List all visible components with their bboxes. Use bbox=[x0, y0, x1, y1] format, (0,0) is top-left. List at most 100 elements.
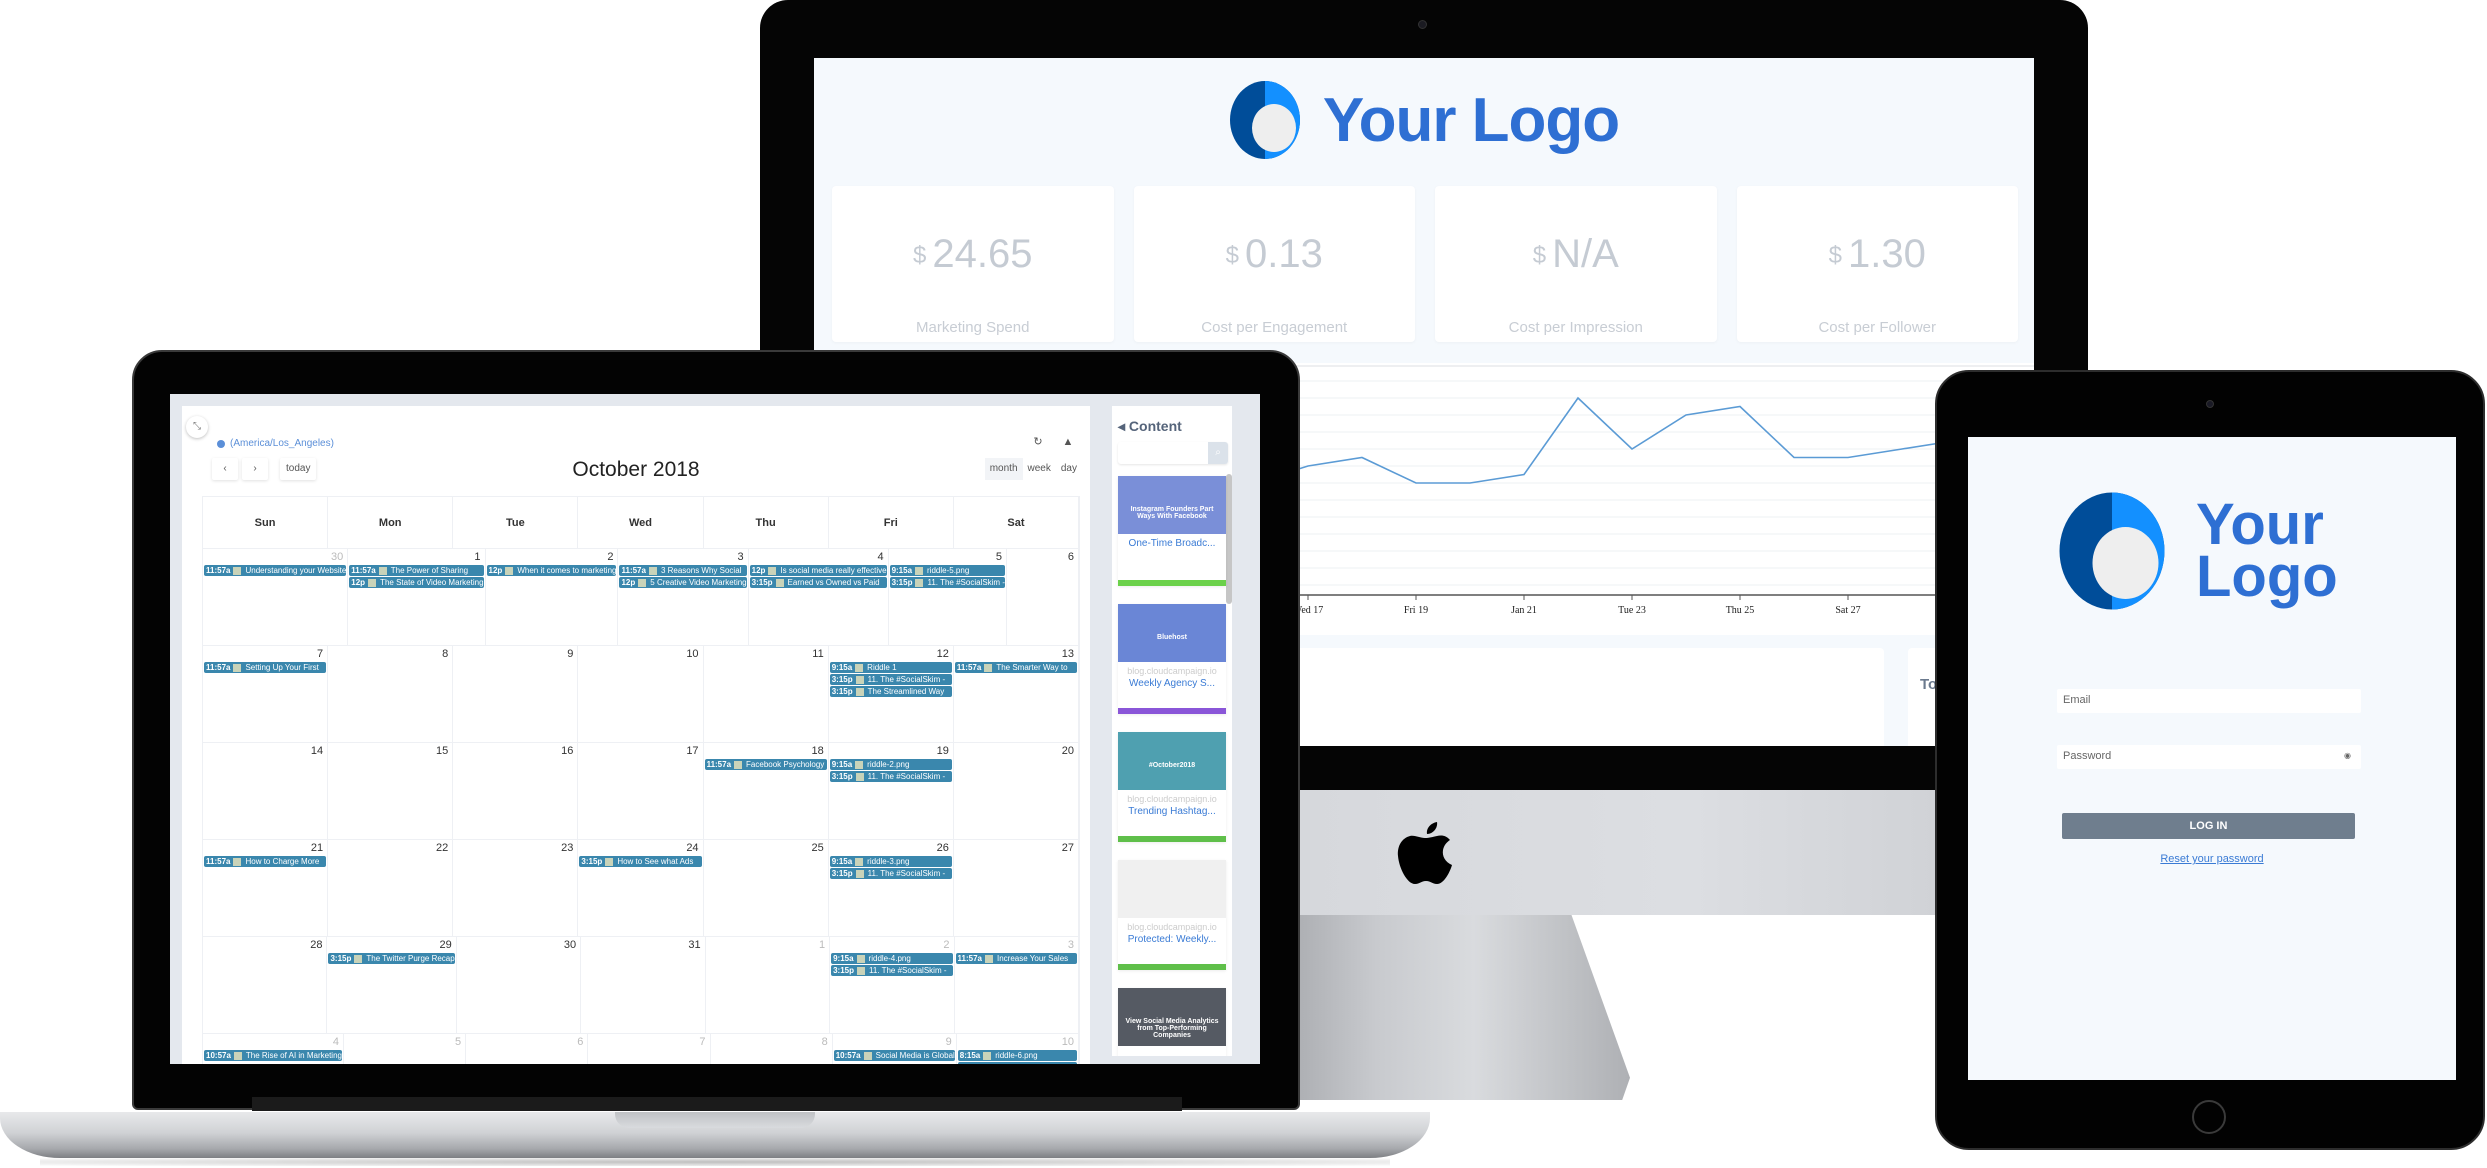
content-panel-title[interactable]: ◂ Content bbox=[1118, 418, 1182, 435]
calendar-day-cell[interactable]: 9 10:57a Social Media is Global bbox=[833, 1034, 957, 1064]
calendar-day-cell[interactable]: 25 bbox=[704, 840, 829, 936]
calendar-day-cell[interactable]: 20 bbox=[954, 743, 1079, 839]
calendar-day-cell[interactable]: 27 bbox=[954, 840, 1079, 936]
calendar-day-cell[interactable]: 21 11:57a How to Charge More bbox=[203, 840, 329, 936]
calendar-event[interactable]: 9:15a riddle-2.png bbox=[829, 759, 952, 770]
password-field[interactable]: Password ◉ bbox=[2057, 745, 2361, 769]
calendar-day-cell[interactable]: 7 11:57a Setting Up Your First bbox=[203, 646, 329, 742]
calendar-day-cell[interactable]: 1 bbox=[706, 937, 831, 1033]
calendar-event[interactable]: 3:15p The Streamlined Way bbox=[829, 686, 952, 697]
calendar-day-cell[interactable]: 26 9:15a riddle-3.png 3:15p 11. The #SocialS… bbox=[829, 840, 954, 936]
calendar-event[interactable]: 9:15a riddle-5.png bbox=[889, 565, 1005, 576]
refresh-icon[interactable]: ↻ bbox=[1028, 432, 1048, 452]
calendar-day-cell[interactable]: 1 11:57a The Power of Sharing 12p The State … bbox=[348, 549, 486, 645]
calendar-event[interactable]: 9:15a Riddle 1 bbox=[829, 662, 952, 673]
calendar-event[interactable]: 11:57a 3 Reasons Why Social bbox=[619, 565, 747, 576]
view-day-button[interactable]: day bbox=[1056, 458, 1082, 480]
view-month-button[interactable]: month bbox=[984, 458, 1023, 480]
calendar-event[interactable]: 12p When it comes to marketing bbox=[486, 565, 617, 576]
calendar-day-cell[interactable]: 30 bbox=[457, 937, 582, 1033]
calendar-day-cell[interactable]: 4 10:57a The Rise of AI in Marketing bbox=[203, 1034, 344, 1064]
calendar-day-cell[interactable]: 15 bbox=[328, 743, 454, 839]
calendar-day-cell[interactable]: 11 bbox=[704, 646, 829, 742]
calendar-day-cell[interactable]: 28 bbox=[203, 937, 328, 1033]
calendar-event[interactable]: 3:15p 11. The #SocialSkim - bbox=[889, 577, 1005, 588]
calendar-day-cell[interactable]: 5 9:15a riddle-5.png 3:15p 11. The #SocialSk… bbox=[889, 549, 1007, 645]
content-card[interactable]: blog.cloudcampaign.io Protected: Weekly..… bbox=[1118, 860, 1226, 970]
calendar-event[interactable]: 3:15p 11. The #SocialSkim - bbox=[831, 965, 953, 976]
calendar-day-cell[interactable]: 3 11:57a 3 Reasons Why Social 12p 5 Creative… bbox=[618, 549, 749, 645]
calendar-day-cell[interactable]: 18 11:57a Facebook Psychology bbox=[704, 743, 829, 839]
calendar-day-cell[interactable]: 13 11:57a The Smarter Way to bbox=[954, 646, 1079, 742]
reset-password-link[interactable]: Reset your password bbox=[1968, 853, 2456, 865]
calendar-day-cell[interactable]: 24 3:15p How to See what Ads bbox=[578, 840, 704, 936]
calendar-event[interactable]: 11:57a Facebook Psychology bbox=[704, 759, 827, 770]
calendar-day-cell[interactable]: 6 bbox=[466, 1034, 589, 1064]
calendar-event[interactable]: 3:15p 11. The #SocialSkim - bbox=[829, 868, 952, 879]
calendar-day-cell[interactable]: 17 bbox=[578, 743, 704, 839]
calendar-day-cell[interactable]: 30 11:57a Understanding your Website bbox=[203, 549, 349, 645]
calendar-day-cell[interactable]: 6 bbox=[1007, 549, 1079, 645]
calendar-day-cell[interactable]: 22 bbox=[328, 840, 454, 936]
calendar-day-cell[interactable]: 2 9:15a riddle-4.png 3:15p 11. The #SocialSk… bbox=[830, 937, 955, 1033]
calendar-day-cell[interactable]: 31 bbox=[581, 937, 706, 1033]
content-card-title[interactable]: Trending Hashtag... bbox=[1118, 806, 1226, 817]
calendar-day-cell[interactable]: 3 11:57a Increase Your Sales bbox=[955, 937, 1079, 1033]
login-button[interactable]: LOG IN bbox=[2062, 813, 2355, 839]
calendar-day-cell[interactable]: 23 bbox=[453, 840, 579, 936]
calendar-event[interactable]: 10:57a Social Media is Global bbox=[833, 1050, 955, 1061]
calendar-event[interactable]: 11:57a Setting Up Your First bbox=[204, 662, 327, 673]
calendar-event[interactable]: 11:57a How to Charge More bbox=[204, 856, 327, 867]
calendar-event[interactable]: 2:15p 11. The #SocialSkim - bbox=[957, 1062, 1077, 1064]
view-week-button[interactable]: week bbox=[1023, 458, 1056, 480]
calendar-event[interactable]: 12p 5 Creative Video Marketing bbox=[619, 577, 747, 588]
content-card[interactable]: Instagram Founders Part Ways With Facebo… bbox=[1118, 476, 1226, 586]
calendar-day-cell[interactable]: 19 9:15a riddle-2.png 3:15p 11. The #SocialS… bbox=[829, 743, 954, 839]
logo-text: Your Logo bbox=[2196, 496, 2338, 606]
calendar-event[interactable]: 3:15p The Twitter Purge Recap bbox=[328, 953, 455, 964]
calendar-day-cell[interactable]: 8 bbox=[328, 646, 454, 742]
timezone-link[interactable]: (America/Los_Angeles) bbox=[217, 438, 334, 449]
content-card[interactable]: #October2018 blog.cloudcampaign.io Trendin… bbox=[1118, 732, 1226, 842]
ipad-home-button[interactable] bbox=[2192, 1100, 2226, 1134]
calendar-event[interactable]: 8:15a riddle-6.png bbox=[957, 1050, 1077, 1061]
event-title: The Twitter Purge Recap bbox=[366, 954, 455, 963]
content-card[interactable]: Bluehost blog.cloudcampaign.io Weekly Agen… bbox=[1118, 604, 1226, 714]
show-password-icon[interactable]: ◉ bbox=[2344, 751, 2351, 760]
calendar-day-cell[interactable]: 2 12p When it comes to marketing bbox=[486, 549, 619, 645]
email-field[interactable]: Email bbox=[2057, 689, 2361, 713]
calendar-event[interactable]: 12p The State of Video Marketing bbox=[349, 577, 484, 588]
calendar-day-cell[interactable]: 29 3:15p The Twitter Purge Recap bbox=[327, 937, 457, 1033]
calendar-event[interactable]: 12p Is social media really effective bbox=[749, 565, 887, 576]
calendar-event[interactable]: 9:15a riddle-3.png bbox=[829, 856, 952, 867]
calendar-event[interactable]: 10:57a The Rise of AI in Marketing bbox=[204, 1050, 342, 1061]
cloud-upload-icon[interactable]: ▲ bbox=[1058, 432, 1078, 452]
calendar-day-cell[interactable]: 16 bbox=[453, 743, 579, 839]
calendar-day-cell[interactable]: 8 bbox=[711, 1034, 833, 1064]
calendar-day-cell[interactable]: 10 bbox=[578, 646, 704, 742]
calendar-day-cell[interactable]: 14 bbox=[203, 743, 329, 839]
calendar-day-cell[interactable]: 12 9:15a Riddle 1 3:15p 11. The #SocialSkim … bbox=[829, 646, 954, 742]
content-card-title[interactable]: Protected: Weekly... bbox=[1118, 934, 1226, 945]
content-card[interactable]: View Social Media Analytics from Top-Per… bbox=[1118, 988, 1226, 1056]
calendar-event[interactable]: 11:57a The Smarter Way to bbox=[954, 662, 1077, 673]
expand-button[interactable]: ⤡ bbox=[186, 416, 208, 438]
calendar-day-cell[interactable]: 7 bbox=[588, 1034, 711, 1064]
content-card-title[interactable]: Weekly Agency S... bbox=[1118, 678, 1226, 689]
content-search-input[interactable]: ⌕ bbox=[1118, 442, 1228, 464]
calendar-event[interactable]: 3:15p 11. The #SocialSkim - bbox=[829, 674, 952, 685]
calendar-event[interactable]: 11:57a The Power of Sharing bbox=[349, 565, 484, 576]
calendar-event[interactable]: 11:57a Understanding your Website bbox=[204, 565, 347, 576]
calendar-event[interactable]: 9:15a riddle-4.png bbox=[831, 953, 953, 964]
calendar-event[interactable]: 3:15p 11. The #SocialSkim - bbox=[829, 771, 952, 782]
calendar-event[interactable]: 3:15p How to See what Ads bbox=[579, 856, 702, 867]
search-icon[interactable]: ⌕ bbox=[1208, 442, 1228, 464]
calendar-day-cell[interactable]: 10 8:15a riddle-6.png 2:15p 11. The #SocialS… bbox=[957, 1034, 1079, 1064]
calendar-event[interactable]: 11:57a Increase Your Sales bbox=[955, 953, 1077, 964]
content-card-title[interactable]: One-Time Broadc... bbox=[1118, 538, 1226, 549]
content-scrollbar[interactable] bbox=[1226, 474, 1232, 604]
calendar-day-cell[interactable]: 4 12p Is social media really effective 3:15… bbox=[749, 549, 889, 645]
calendar-event[interactable]: 3:15p Earned vs Owned vs Paid bbox=[749, 577, 887, 588]
calendar-day-cell[interactable]: 9 bbox=[453, 646, 579, 742]
calendar-day-cell[interactable]: 5 bbox=[344, 1034, 467, 1064]
